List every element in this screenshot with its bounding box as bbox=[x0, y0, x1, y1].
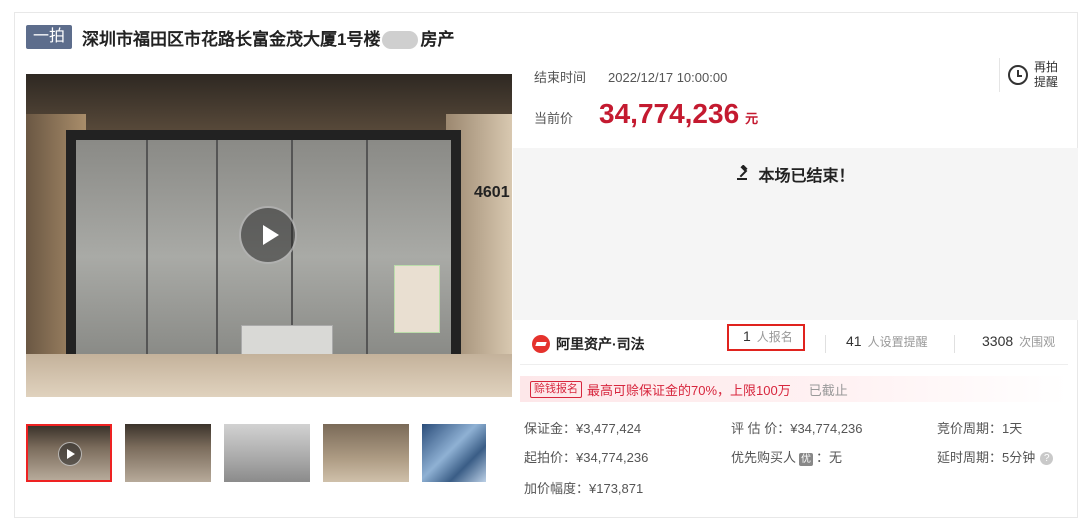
priority-buyer-info: 优先购买人优：无 bbox=[731, 447, 842, 466]
signup-number: 1 bbox=[743, 328, 751, 344]
signup-count: 1 人报名 bbox=[727, 324, 805, 351]
title-suffix: 房产 bbox=[420, 29, 455, 49]
priority-buyer-label: 优先购买人 bbox=[731, 450, 797, 465]
title-prefix: 深圳市福田区市花路长富金茂大厦1号楼 bbox=[82, 29, 381, 49]
delay-cycle-text: 延时周期：5分钟 bbox=[937, 450, 1036, 465]
auction-ended-message: 本场已结束！ bbox=[513, 162, 1078, 186]
alarm-clock-icon bbox=[1008, 65, 1028, 85]
unit-number-sign: 4601 bbox=[474, 184, 510, 201]
play-icon bbox=[58, 442, 82, 466]
brand-name: 阿里资产·司法 bbox=[556, 336, 645, 352]
brand-stats-row: 阿里资产·司法 1 人报名 41 人设置提醒 3308 次围观 bbox=[520, 324, 1068, 365]
remind-label-line1: 再拍 bbox=[1034, 60, 1059, 74]
reminder-label: 人设置提醒 bbox=[867, 335, 928, 349]
view-number: 3308 bbox=[982, 333, 1014, 349]
relist-remind-label: 再拍 提醒 bbox=[1034, 60, 1058, 90]
reminder-number: 41 bbox=[846, 333, 862, 349]
priority-buyer-value: ：无 bbox=[816, 450, 843, 465]
credit-signup-tag: 赊钱报名 bbox=[530, 380, 582, 398]
ended-text: 本场已结束！ bbox=[758, 168, 855, 185]
reminder-count: 41 人设置提醒 bbox=[846, 333, 928, 350]
remind-label-line2: 提醒 bbox=[1034, 75, 1059, 89]
property-title: 深圳市福田区市花路长富金茂大厦1号楼 房产 bbox=[82, 25, 454, 50]
current-price-row: 当前价 34,774,236 元 bbox=[534, 98, 758, 130]
divider bbox=[954, 335, 955, 353]
thumbnail-video[interactable] bbox=[26, 424, 112, 482]
end-time-value: 2022/12/17 10:00:00 bbox=[608, 70, 728, 85]
appraisal-info: 评 估 价：¥34,774,236 bbox=[731, 421, 863, 436]
divider bbox=[825, 335, 826, 353]
credit-signup-status: 已截止 bbox=[808, 382, 848, 398]
main-property-photo[interactable]: 4601 bbox=[26, 74, 512, 397]
thumbnail-strip bbox=[26, 424, 499, 482]
photo-ceiling bbox=[26, 74, 512, 134]
delay-cycle-info: 延时周期：5分钟? bbox=[937, 447, 1054, 466]
photo-floor bbox=[26, 354, 512, 397]
redacted-mask bbox=[382, 31, 419, 50]
deposit-info: 保证金：¥3,477,424 bbox=[524, 421, 642, 436]
current-price-label: 当前价 bbox=[534, 111, 574, 126]
thumbnail-photo[interactable] bbox=[125, 424, 211, 482]
thumbnail-photo[interactable] bbox=[422, 424, 486, 482]
thumbnail-photo[interactable] bbox=[323, 424, 409, 482]
end-time-row: 结束时间 2022/12/17 10:00:00 bbox=[534, 67, 727, 86]
view-count: 3308 次围观 bbox=[982, 333, 1055, 350]
priority-badge-icon: 优 bbox=[799, 453, 814, 466]
auction-round-tag: 一拍 bbox=[26, 25, 73, 49]
thumbnail-photo[interactable] bbox=[224, 424, 310, 482]
current-price: 34,774,236 bbox=[599, 98, 740, 129]
relist-remind-button[interactable]: 再拍 提醒 bbox=[999, 58, 1069, 92]
price-unit: 元 bbox=[745, 111, 759, 126]
increment-info: 加价幅度：¥173,871 bbox=[524, 481, 644, 496]
view-label: 次围观 bbox=[1019, 335, 1056, 349]
help-question-icon[interactable]: ? bbox=[1040, 452, 1054, 465]
bid-cycle-info: 竞价周期：1天 bbox=[937, 421, 1023, 436]
credit-signup-banner: 赊钱报名 最高可赊保证金的70%，上限100万 已截止 bbox=[520, 376, 1068, 402]
ali-assets-logo-icon bbox=[532, 335, 550, 353]
signup-label: 人报名 bbox=[756, 330, 793, 344]
credit-signup-text: 最高可赊保证金的70%，上限100万 bbox=[587, 382, 791, 398]
title-row: 一拍 深圳市福田区市花路长富金茂大厦1号楼 房产 bbox=[26, 24, 454, 50]
start-price-info: 起拍价：¥34,774,236 bbox=[524, 450, 649, 465]
auction-status-panel: 本场已结束！ bbox=[513, 148, 1078, 320]
gavel-icon bbox=[736, 164, 752, 186]
posted-notice bbox=[394, 265, 440, 333]
video-play-icon[interactable] bbox=[239, 206, 297, 264]
end-time-label: 结束时间 bbox=[534, 70, 587, 85]
